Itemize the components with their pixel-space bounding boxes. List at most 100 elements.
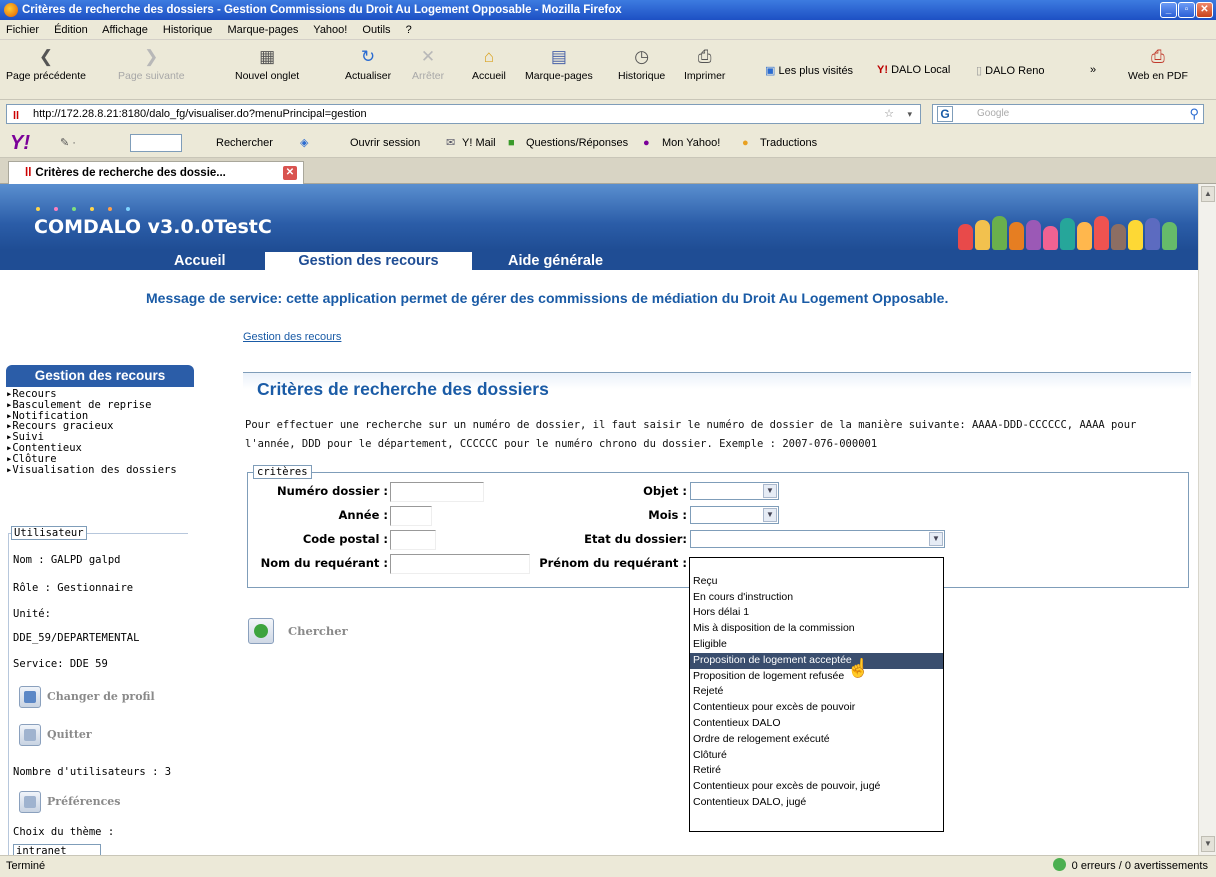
vertical-scrollbar[interactable]: ▲ ▼ — [1198, 184, 1216, 855]
close-button[interactable]: ✕ — [1196, 2, 1213, 18]
forward-arrow-icon: ❯ — [144, 47, 159, 66]
pen-icon[interactable]: ✎ · — [60, 128, 76, 158]
code-postal-input[interactable] — [390, 530, 436, 550]
menu-outils[interactable]: Outils — [362, 24, 390, 36]
bookmark-dalo-local[interactable]: Y! DALO Local — [877, 64, 950, 76]
url-input[interactable]: ll http://172.28.8.21:8180/dalo_fg/visua… — [6, 104, 921, 124]
browser-window: Critères de recherche des dossiers - Ges… — [0, 0, 1216, 877]
annee-input[interactable] — [390, 506, 432, 526]
navigation-toolbar: ❮ Page précédente ❯ Page suivante ▦ Nouvel … — [0, 40, 1216, 100]
user-unit-label: Unité: — [13, 608, 51, 620]
dropdown-option[interactable]: Contentieux DALO — [690, 716, 943, 732]
menu-affichage[interactable]: Affichage — [102, 24, 148, 36]
history-button[interactable]: ◷ Historique — [618, 48, 665, 83]
dropdown-option[interactable]: Contentieux pour excès de pouvoir — [690, 700, 943, 716]
dropdown-option[interactable]: Eligible — [690, 637, 943, 653]
menu-edition[interactable]: Édition — [54, 24, 88, 36]
tab-criteres-recherche[interactable]: ll Critères de recherche des dossie... ✕ — [8, 161, 304, 184]
translate-icon: ● — [742, 137, 749, 149]
dropdown-option[interactable] — [690, 558, 943, 574]
etat-select[interactable]: ▼ — [690, 530, 945, 548]
reload-button[interactable]: ↻ Actualiser — [345, 48, 391, 83]
dropdown-option[interactable]: Contentieux pour excès de pouvoir, jugé — [690, 779, 943, 795]
dropdown-option[interactable]: Mis à disposition de la commission — [690, 621, 943, 637]
scroll-down-icon[interactable]: ▼ — [1201, 836, 1215, 852]
yahoo-search-button[interactable]: Rechercher — [216, 128, 273, 158]
theme-select[interactable]: intranet — [13, 844, 101, 855]
yahoo-search-field[interactable] — [130, 134, 182, 152]
chevron-down-icon: ▼ — [763, 508, 777, 522]
shield-icon[interactable]: ◈ — [300, 128, 308, 158]
dropdown-option-highlighted[interactable]: Proposition de logement acceptée — [690, 652, 943, 669]
page-content: COMDALO v3.0.0TestC Accueil Gestion des … — [0, 184, 1198, 855]
web-pdf-button[interactable]: ⎙ Web en PDF — [1128, 48, 1188, 83]
user-name: Nom : GALPD galpd — [13, 554, 121, 566]
forward-button[interactable]: ❯ Page suivante — [118, 47, 185, 83]
url-dropdown-icon[interactable]: ▾ — [907, 105, 912, 123]
my-yahoo-button[interactable]: Mon Yahoo! — [662, 128, 720, 158]
sidebar-menu: ▸Recours ▸Basculement de reprise ▸Notifi… — [6, 389, 177, 475]
dropdown-option[interactable]: Retiré — [690, 763, 943, 779]
annee-label: Année : — [338, 508, 388, 522]
questions-answers-button[interactable]: Questions/Réponses — [526, 128, 628, 158]
scroll-up-icon[interactable]: ▲ — [1201, 186, 1215, 202]
sidebar-item-visualisation[interactable]: ▸Visualisation des dossiers — [6, 464, 177, 476]
star-bookmark-icon[interactable]: ☆ — [884, 105, 894, 123]
dropdown-option[interactable]: Proposition de logement refusée — [690, 669, 943, 685]
dropdown-option[interactable]: En cours d'instruction — [690, 590, 943, 606]
menu-fichier[interactable]: Fichier — [6, 24, 39, 36]
yahoo-icon: Y! — [877, 64, 888, 76]
yahoo-mail-button[interactable]: Y! Mail — [462, 128, 496, 158]
search-input[interactable]: G Google ⚲ — [932, 104, 1204, 124]
dropdown-option[interactable]: Clôturé — [690, 748, 943, 764]
search-button[interactable]: Chercher — [248, 617, 368, 647]
dropdown-option[interactable]: Ordre de relogement exécuté — [690, 732, 943, 748]
menu-yahoo[interactable]: Yahoo! — [313, 24, 347, 36]
status-text: Terminé — [6, 860, 46, 872]
change-profile-button[interactable]: Changer de profil — [13, 685, 163, 711]
quit-button[interactable]: Quitter — [13, 723, 163, 749]
print-button[interactable]: ⎙ Imprimer — [684, 48, 725, 83]
dropdown-option[interactable]: Hors délai 1 — [690, 605, 943, 621]
home-icon: ⌂ — [483, 47, 495, 66]
answers-icon: ■ — [508, 137, 515, 149]
page-title: Critères de recherche des dossiers — [243, 372, 1191, 400]
menu-historique[interactable]: Historique — [163, 24, 213, 36]
mail-icon: ✉ — [446, 137, 456, 149]
yahoo-logo-icon[interactable]: Y! — [10, 128, 30, 158]
decor-dot — [72, 207, 76, 211]
dropdown-option[interactable]: Rejeté — [690, 684, 943, 700]
menu-marque-pages[interactable]: Marque-pages — [228, 24, 299, 36]
breadcrumb[interactable]: Gestion des recours — [243, 331, 341, 343]
stop-button[interactable]: ✕ Arrêter — [412, 48, 444, 83]
menu-help[interactable]: ? — [406, 24, 412, 36]
bookmarks-overflow[interactable]: » — [1090, 64, 1096, 76]
preferences-button[interactable]: Préférences — [13, 790, 163, 816]
search-icon[interactable]: ⚲ — [1189, 105, 1199, 123]
objet-select[interactable]: ▼ — [690, 482, 779, 500]
open-session-button[interactable]: Ouvrir session — [350, 128, 420, 158]
nav-accueil[interactable]: Accueil — [162, 252, 238, 270]
nav-gestion-recours[interactable]: Gestion des recours — [265, 252, 472, 270]
mouse-cursor-icon: ☝ — [847, 658, 870, 678]
bookmark-dalo-reno[interactable]: ▯ DALO Reno — [976, 64, 1044, 77]
maximize-button[interactable]: ▫ — [1178, 2, 1195, 18]
tab-close-icon[interactable]: ✕ — [283, 166, 297, 180]
code-postal-label: Code postal : — [302, 532, 388, 546]
translations-button[interactable]: Traductions — [760, 128, 817, 158]
mois-select[interactable]: ▼ — [690, 506, 779, 524]
back-button[interactable]: ❮ Page précédente — [6, 48, 86, 83]
numero-input[interactable] — [390, 482, 484, 502]
bookmark-icon: ▣ — [765, 65, 776, 77]
minimize-button[interactable]: _ — [1160, 2, 1177, 18]
new-tab-icon: ▦ — [259, 47, 276, 66]
google-icon: G — [937, 106, 953, 122]
bookmark-most-visited[interactable]: ▣ Les plus visités — [765, 64, 853, 77]
dropdown-option[interactable]: Reçu — [690, 574, 943, 590]
error-console-status[interactable]: 0 erreurs / 0 avertissements — [1052, 856, 1208, 877]
new-tab-button[interactable]: ▦ Nouvel onglet — [235, 47, 299, 83]
dropdown-option[interactable]: Contentieux DALO, jugé — [690, 795, 943, 811]
home-button[interactable]: ⌂ Accueil — [472, 47, 506, 83]
nav-aide-generale[interactable]: Aide générale — [496, 252, 615, 270]
bookmarks-button[interactable]: ▤ Marque-pages — [525, 48, 593, 83]
